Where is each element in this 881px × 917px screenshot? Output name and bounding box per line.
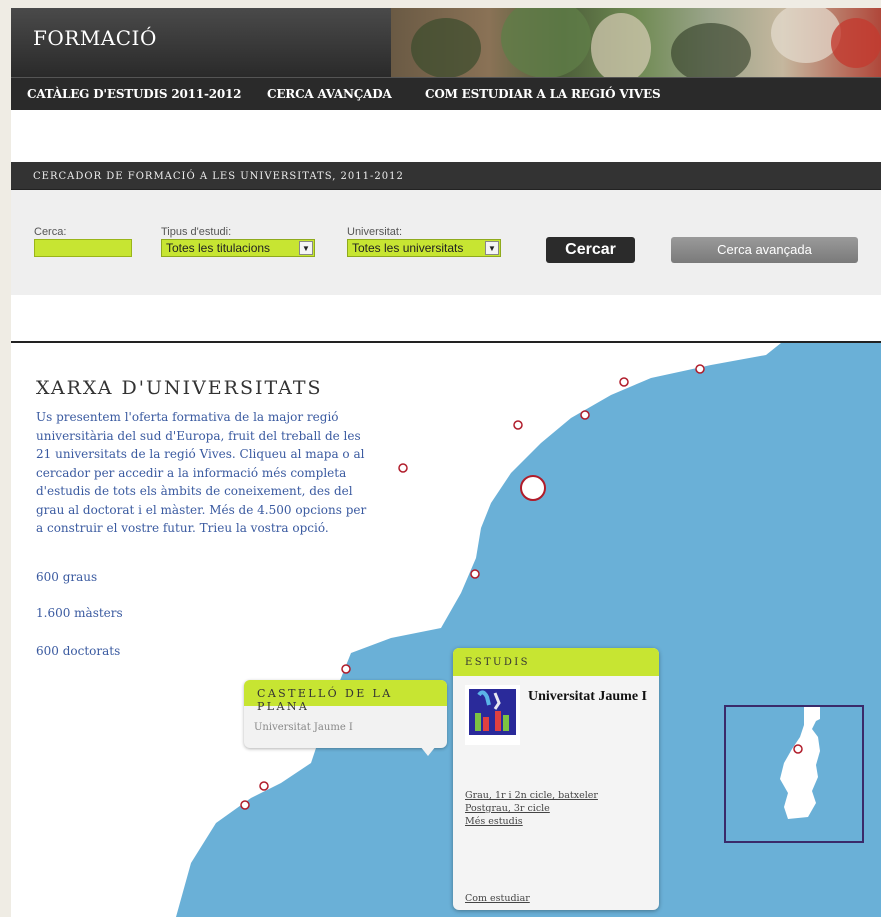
link-more-studies[interactable]: Més estudis <box>465 816 523 827</box>
page-frame: FORMACIÓ CATÀLEG D'ESTUDIS 2011-2012 CER… <box>11 8 881 917</box>
page-title: FORMACIÓ <box>33 26 157 50</box>
university-marker[interactable] <box>580 410 590 420</box>
chevron-down-icon: ▼ <box>485 241 499 255</box>
city-popup-tail <box>420 746 436 756</box>
university-map: XARXA D'UNIVERSITATS Us presentem l'ofer… <box>11 343 881 917</box>
search-bar-title: CERCADOR DE FORMACIÓ A LES UNIVERSITATS,… <box>33 171 404 182</box>
stat-doctorates[interactable]: 600 doctorats <box>36 644 120 658</box>
city-popup-university[interactable]: Universitat Jaume I <box>254 722 353 733</box>
header: FORMACIÓ <box>11 8 881 77</box>
studies-card-header: ESTUDIS <box>453 648 659 676</box>
university-marker[interactable] <box>240 800 250 810</box>
university-logo <box>465 685 520 745</box>
university-marker[interactable] <box>619 377 629 387</box>
type-select-value: Totes les titulacions <box>166 241 271 255</box>
studies-card: ESTUDIS Universitat Jaume I Grau, 1r i 2… <box>453 648 659 910</box>
inset-map[interactable] <box>724 705 864 843</box>
university-name: Universitat Jaume I <box>528 689 647 704</box>
search-panel: Cerca: Tipus d'estudi: Totes les titulac… <box>11 190 881 295</box>
map-intro-text: Us presentem l'oferta formativa de la ma… <box>36 410 367 535</box>
nav-catalog[interactable]: CATÀLEG D'ESTUDIS 2011-2012 <box>27 87 242 101</box>
advanced-search-button[interactable]: Cerca avançada <box>671 237 858 263</box>
search-input[interactable] <box>34 239 132 257</box>
city-popup: CASTELLÓ DE LA PLANA Universitat Jaume I <box>244 680 447 756</box>
header-photo <box>391 8 881 77</box>
stat-degrees[interactable]: 600 graus <box>36 570 97 584</box>
nav-advanced-search[interactable]: CERCA AVANÇADA <box>267 87 392 101</box>
type-label: Tipus d'estudi: <box>161 226 232 238</box>
university-label: Universitat: <box>347 226 403 238</box>
university-select[interactable]: Totes les universitats ▼ <box>347 239 501 257</box>
island-shape[interactable] <box>780 707 820 819</box>
search-button[interactable]: Cercar <box>546 237 635 263</box>
studies-card-title: ESTUDIS <box>465 657 530 668</box>
university-marker-large[interactable] <box>520 475 546 501</box>
university-marker[interactable] <box>793 744 803 754</box>
link-degree[interactable]: Grau, 1r i 2n cicle, batxeler <box>465 790 598 801</box>
search-bar: CERCADOR DE FORMACIÓ A LES UNIVERSITATS,… <box>11 162 881 190</box>
university-marker[interactable] <box>513 420 523 430</box>
city-popup-title: CASTELLÓ DE LA PLANA <box>257 687 393 713</box>
link-postgrad[interactable]: Postgrau, 3r cicle <box>465 803 550 814</box>
main-nav: CATÀLEG D'ESTUDIS 2011-2012 CERCA AVANÇA… <box>11 77 881 110</box>
link-how-to-study[interactable]: Com estudiar <box>465 893 530 904</box>
university-select-value: Totes les universitats <box>352 241 464 255</box>
type-select[interactable]: Totes les titulacions ▼ <box>161 239 315 257</box>
map-intro-title: XARXA D'UNIVERSITATS <box>36 377 323 399</box>
university-marker[interactable] <box>398 463 408 473</box>
university-marker[interactable] <box>259 781 269 791</box>
nav-how-to-study[interactable]: COM ESTUDIAR A LA REGIÓ VIVES <box>425 87 661 101</box>
stat-masters[interactable]: 1.600 màsters <box>36 606 123 620</box>
university-marker[interactable] <box>341 664 351 674</box>
search-label: Cerca: <box>34 226 67 238</box>
chevron-down-icon: ▼ <box>299 241 313 255</box>
city-popup-header: CASTELLÓ DE LA PLANA <box>244 680 447 713</box>
university-marker[interactable] <box>470 569 480 579</box>
university-marker[interactable] <box>695 364 705 374</box>
